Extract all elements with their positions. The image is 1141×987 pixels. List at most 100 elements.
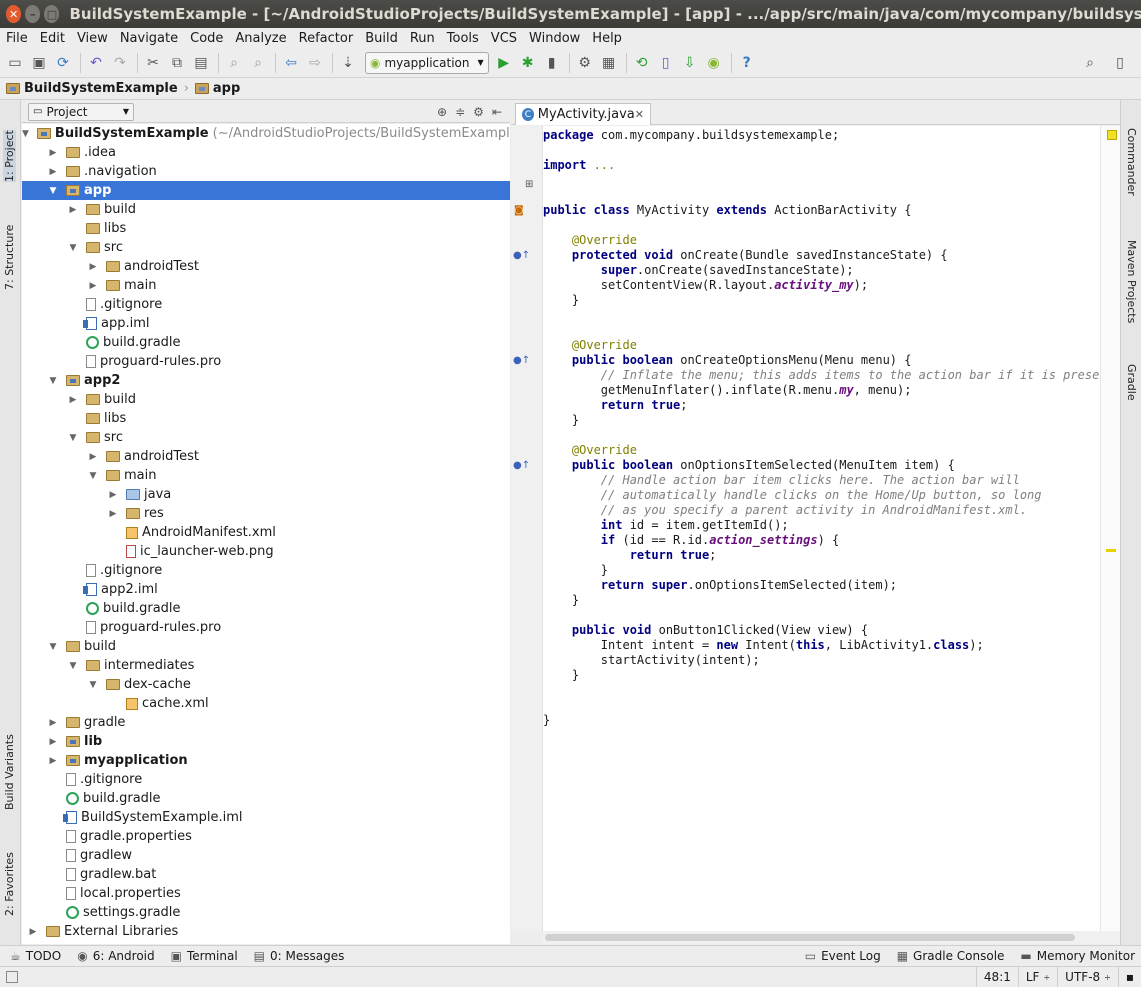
tool-window-6-android[interactable]: ◉ 6: Android [77,949,154,963]
tree-node[interactable]: ▼ app [22,181,510,200]
tree-node[interactable]: ▼ main [22,466,510,485]
run-icon[interactable]: ▶ [493,52,515,74]
tree-node[interactable]: ▶ .navigation [22,162,510,181]
search-everywhere-icon[interactable]: ⌕ [1079,52,1101,74]
warning-marker[interactable] [1106,549,1116,552]
tree-node[interactable]: ▶ myapplication [22,751,510,770]
collapsed-arrow-icon[interactable]: ▶ [68,395,78,405]
replace-icon[interactable]: ⌕ [247,52,269,74]
tool-window-memory-monitor[interactable]: ▬ Memory Monitor [1020,949,1135,963]
tree-node[interactable]: local.properties [22,884,510,903]
tree-node[interactable]: ic_launcher-web.png [22,542,510,561]
tool-window-gradle-console[interactable]: ▦ Gradle Console [897,949,1005,963]
collapsed-arrow-icon[interactable]: ▶ [108,509,118,519]
line-separator[interactable]: LF ÷ [1017,966,1057,987]
avd-manager-icon[interactable]: ▯ [655,52,677,74]
tab-myactivity[interactable]: C MyActivity.java ✕ [515,103,651,125]
tree-node[interactable]: app2.iml [22,580,510,599]
tree-node[interactable]: build.gradle [22,599,510,618]
tree-node[interactable]: libs [22,409,510,428]
sync-icon[interactable]: ⟳ [52,52,74,74]
collapsed-arrow-icon[interactable]: ▶ [48,718,58,728]
collapsed-arrow-icon[interactable]: ▶ [48,167,58,177]
help-icon[interactable]: ? [736,52,758,74]
tool-tab-gradle[interactable]: Gradle [1125,364,1138,401]
tool-window-event-log[interactable]: ▭ Event Log [805,949,881,963]
tool-tab-build-variants[interactable]: Build Variants [3,734,16,810]
tool-tab-project[interactable]: 1: Project [3,130,16,182]
collapsed-arrow-icon[interactable]: ▶ [28,927,38,937]
expanded-arrow-icon[interactable]: ▼ [48,186,58,196]
maximize-window-button[interactable]: □ [44,5,60,23]
tool-tab-maven[interactable]: Maven Projects [1125,240,1138,323]
tool-tab-commander[interactable]: Commander [1125,128,1138,196]
tree-node[interactable]: app.iml [22,314,510,333]
menu-item-help[interactable]: Help [586,31,628,46]
horizontal-scrollbar[interactable] [543,931,1120,944]
collapsed-arrow-icon[interactable]: ▶ [108,490,118,500]
expanded-arrow-icon[interactable]: ▼ [48,642,58,652]
menu-item-vcs[interactable]: VCS [485,31,523,46]
scroll-from-source-icon[interactable]: ⊕ [437,105,447,119]
tree-node[interactable]: ▶ res [22,504,510,523]
back-icon[interactable]: ⇦ [280,52,302,74]
collapsed-arrow-icon[interactable]: ▶ [88,262,98,272]
tree-node[interactable]: ▶ build [22,390,510,409]
tool-tab-structure[interactable]: 7: Structure [3,225,16,290]
tree-node[interactable]: .gitignore [22,561,510,580]
menu-item-edit[interactable]: Edit [34,31,71,46]
tree-node[interactable]: ▼ src [22,428,510,447]
tree-node[interactable]: cache.xml [22,694,510,713]
tree-node[interactable]: ▶ build [22,200,510,219]
scrollbar-thumb[interactable] [545,934,1075,941]
caret-position[interactable]: 48:1 [975,966,1018,987]
collapse-all-icon[interactable]: ≑ [455,105,465,119]
tree-node[interactable]: ▶ .idea [22,143,510,162]
menu-item-navigate[interactable]: Navigate [114,31,184,46]
breadcrumb-item-app[interactable]: app [194,81,240,96]
override-method-icon[interactable]: ●↑ [513,250,530,261]
tree-node[interactable]: gradlew.bat [22,865,510,884]
tool-window-terminal[interactable]: ▣ Terminal [171,949,238,963]
tool-tab-favorites[interactable]: 2: Favorites [3,852,16,916]
menu-item-file[interactable]: File [0,31,34,46]
settings-icon[interactable]: ⚙ [574,52,596,74]
collapsed-arrow-icon[interactable]: ▶ [88,452,98,462]
tree-node[interactable]: proguard-rules.pro [22,352,510,371]
save-icon[interactable]: ▣ [28,52,50,74]
tree-node[interactable]: ▼ src [22,238,510,257]
expanded-arrow-icon[interactable]: ▼ [68,243,78,253]
tree-node[interactable]: ▼ BuildSystemExample (~/AndroidStudioProje… [22,124,510,143]
collapsed-arrow-icon[interactable]: ▶ [48,737,58,747]
analysis-status-icon[interactable] [1107,130,1117,140]
tree-node[interactable]: ▼ intermediates [22,656,510,675]
menu-item-window[interactable]: Window [523,31,586,46]
toggle-tool-windows-icon[interactable] [6,971,18,983]
expanded-arrow-icon[interactable]: ▼ [22,129,29,139]
tree-node[interactable]: ▶ java [22,485,510,504]
cut-icon[interactable]: ✂ [142,52,164,74]
copy-icon[interactable]: ⧉ [166,52,188,74]
override-method-icon[interactable]: ●↑ [513,460,530,471]
tree-node[interactable]: ▼ build [22,637,510,656]
tree-node[interactable]: ▶ main [22,276,510,295]
close-tab-icon[interactable]: ✕ [635,108,644,121]
menu-item-view[interactable]: View [71,31,114,46]
override-method-icon[interactable]: ●↑ [513,355,530,366]
split-icon[interactable]: ▯ [1109,52,1131,74]
tree-node[interactable]: ▼ app2 [22,371,510,390]
minimize-window-button[interactable]: – [25,5,41,23]
expanded-arrow-icon[interactable]: ▼ [88,471,98,481]
code-editor[interactable]: package com.mycompany.buildsystemexample… [543,126,1100,931]
tree-node[interactable]: ▶ androidTest [22,447,510,466]
project-structure-icon[interactable]: ▦ [598,52,620,74]
tree-node[interactable]: build.gradle [22,333,510,352]
attach-debugger-icon[interactable]: ▮ [541,52,563,74]
menu-item-code[interactable]: Code [184,31,229,46]
tree-node[interactable]: gradlew [22,846,510,865]
menu-item-run[interactable]: Run [404,31,441,46]
tree-node[interactable]: proguard-rules.pro [22,618,510,637]
project-view-select[interactable]: ▭ Project ▼ [28,102,134,121]
redo-icon[interactable]: ↷ [109,52,131,74]
tool-window-todo[interactable]: ☕ TODO [10,949,61,963]
